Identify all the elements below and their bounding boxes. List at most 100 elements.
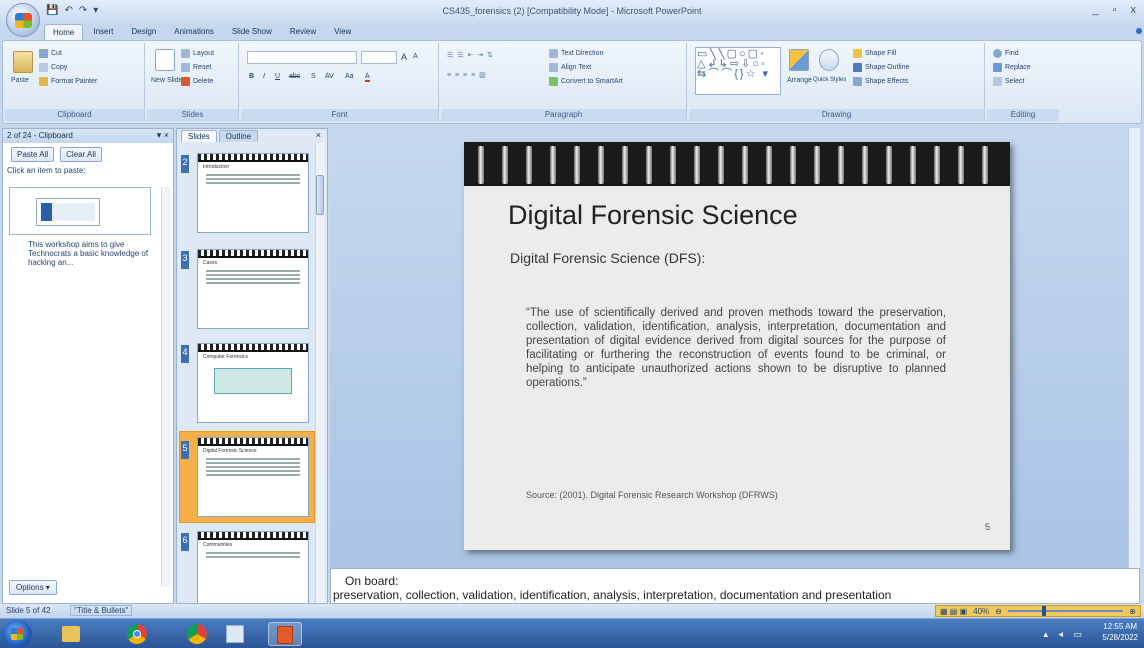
view-buttons[interactable]: ▦ ▤ ▣ [940, 607, 967, 616]
slide-thumbnail-4[interactable]: Computer Forensics [197, 343, 309, 423]
spiral-ring [550, 146, 556, 184]
arrange-icon[interactable] [789, 49, 809, 71]
slides-pane-tabs: Slides Outline [177, 129, 327, 143]
taskbar-chrome[interactable] [120, 622, 154, 646]
tab-insert[interactable]: Insert [85, 24, 121, 40]
system-tray-icons[interactable]: ▴ ◂ ▭ [1043, 629, 1086, 640]
tab-home[interactable]: Home [44, 24, 84, 40]
paint-bucket-icon [853, 49, 862, 58]
zoom-level[interactable]: 40% [973, 607, 989, 616]
clipboard-scrollbar[interactable] [161, 187, 171, 587]
slide-title[interactable]: Digital Forensic Science [508, 200, 798, 231]
slide-quote[interactable]: “The use of scientifically derived and p… [526, 306, 946, 390]
office-button[interactable] [6, 3, 40, 37]
smartart-button[interactable]: Convert to SmartArt [549, 77, 623, 86]
font-family-combo[interactable] [247, 51, 357, 64]
slide-subtitle[interactable]: Digital Forensic Science (DFS): [510, 250, 705, 266]
delete-slide-button[interactable]: Delete [181, 77, 213, 86]
paste-button[interactable]: Paste [11, 77, 29, 84]
shadow-button[interactable]: S [311, 73, 316, 80]
tab-animations[interactable]: Animations [166, 24, 222, 40]
undo-icon[interactable]: ↶ [64, 5, 72, 16]
change-case-button[interactable]: Aa [345, 73, 354, 80]
new-slide-button[interactable]: New Slide [151, 77, 183, 84]
spiral-ring [814, 146, 820, 184]
quick-styles-button[interactable]: Quick Styles [813, 77, 849, 84]
notes-pane[interactable]: On board: preservation, collection, vali… [330, 568, 1140, 604]
italic-button[interactable]: I [263, 73, 265, 80]
tab-design[interactable]: Design [123, 24, 164, 40]
redo-icon[interactable]: ↷ [79, 5, 87, 16]
slides-group-label: Slides [147, 109, 238, 121]
maximize-button[interactable]: ▫ [1113, 4, 1117, 16]
format-painter-button[interactable]: Format Painter [39, 77, 97, 86]
slide-thumbnail-6[interactable]: Communities [197, 531, 309, 603]
clock[interactable]: 12:55 AM 5/28/2022 [1102, 621, 1138, 643]
tab-slide-show[interactable]: Slide Show [224, 24, 280, 40]
taskbar-explorer[interactable] [54, 622, 88, 646]
quick-styles-icon[interactable] [819, 49, 839, 71]
clear-all-button[interactable]: Clear All [60, 147, 102, 162]
find-button[interactable]: Find [993, 49, 1019, 58]
close-pane-icon[interactable]: ▾ × [157, 130, 169, 141]
minimize-button[interactable]: _ [1092, 4, 1098, 16]
spiral-ring [838, 146, 844, 184]
clipboard-item-image[interactable] [9, 187, 151, 235]
zoom-slider-knob[interactable] [1042, 606, 1047, 616]
save-icon[interactable]: 💾 [46, 5, 58, 16]
start-button[interactable] [2, 620, 32, 648]
tab-outline[interactable]: Outline [218, 130, 259, 142]
clipboard-item-text[interactable]: This workshop aims to give Technocrats a… [9, 239, 151, 279]
shrink-font-button[interactable]: A [413, 53, 418, 60]
taskbar-app[interactable] [218, 622, 252, 646]
tab-review[interactable]: Review [282, 24, 324, 40]
slide-thumbnail-3[interactable]: Cases [197, 249, 309, 329]
shapes-gallery[interactable]: ▭╲╲▢○▢◦ △↲↳⇨⇩○◦ ⇆⌒⌒{}☆ ▾ [695, 47, 781, 95]
paste-icon[interactable] [13, 51, 33, 73]
arrange-button[interactable]: Arrange [787, 77, 812, 84]
close-button[interactable]: x [1131, 4, 1137, 16]
zoom-out-icon[interactable]: ⊖ [995, 607, 1002, 616]
close-slides-pane-icon[interactable]: × [316, 130, 321, 140]
text-direction-button[interactable]: Text Direction [549, 49, 603, 58]
help-icon[interactable] [1136, 28, 1142, 34]
tab-slides[interactable]: Slides [181, 130, 217, 142]
options-button[interactable]: Options ▾ [9, 580, 57, 595]
replace-button[interactable]: Replace [993, 63, 1031, 72]
current-slide[interactable]: Digital Forensic Science Digital Forensi… [464, 142, 1010, 550]
shape-effects-button[interactable]: Shape Effects [853, 77, 908, 86]
taskbar-powerpoint[interactable] [268, 622, 302, 646]
align-buttons[interactable]: ≡ ≡ ≡ ≡ ▥ [447, 71, 487, 79]
slides-pane-scroll-thumb[interactable] [316, 175, 324, 215]
taskbar-chrome-2[interactable] [180, 622, 214, 646]
font-color-button[interactable]: A [365, 73, 370, 82]
cut-button[interactable]: Cut [39, 49, 62, 58]
font-size-combo[interactable] [361, 51, 397, 64]
bullets-button[interactable]: ☰ ☰ ⇤ ⇥ ⇅ [447, 51, 494, 59]
slide-scrollbar[interactable] [1128, 128, 1140, 568]
new-slide-icon[interactable] [155, 49, 175, 71]
zoom-slider[interactable] [1007, 606, 1124, 616]
reset-button[interactable]: Reset [181, 63, 211, 72]
grow-font-button[interactable]: A [401, 52, 407, 62]
slide-source[interactable]: Source: (2001). Digital Forensic Researc… [526, 490, 778, 500]
copy-button[interactable]: Copy [39, 63, 67, 72]
shape-outline-button[interactable]: Shape Outline [853, 63, 909, 72]
char-spacing-button[interactable]: AV [325, 73, 334, 80]
slide-thumbnail-2[interactable]: Introduction [197, 153, 309, 233]
qat-dropdown-icon[interactable]: ▾ [93, 5, 98, 16]
thumb-line [206, 466, 300, 468]
align-text-button[interactable]: Align Text [549, 63, 591, 72]
paste-all-button[interactable]: Paste All [11, 147, 55, 162]
underline-button[interactable]: U [275, 73, 280, 80]
layout-button[interactable]: Layout [181, 49, 214, 58]
scissors-icon [39, 49, 48, 58]
zoom-in-icon[interactable]: ⊕ [1129, 607, 1136, 616]
bold-button[interactable]: B [249, 73, 254, 80]
strikethrough-button[interactable]: abc [289, 73, 300, 80]
slide-thumbnail-5[interactable]: Digital Forensic Science [197, 437, 309, 517]
tab-view[interactable]: View [326, 24, 359, 40]
shape-fill-button[interactable]: Shape Fill [853, 49, 896, 58]
select-button[interactable]: Select [993, 77, 1024, 86]
delete-icon [181, 77, 190, 86]
